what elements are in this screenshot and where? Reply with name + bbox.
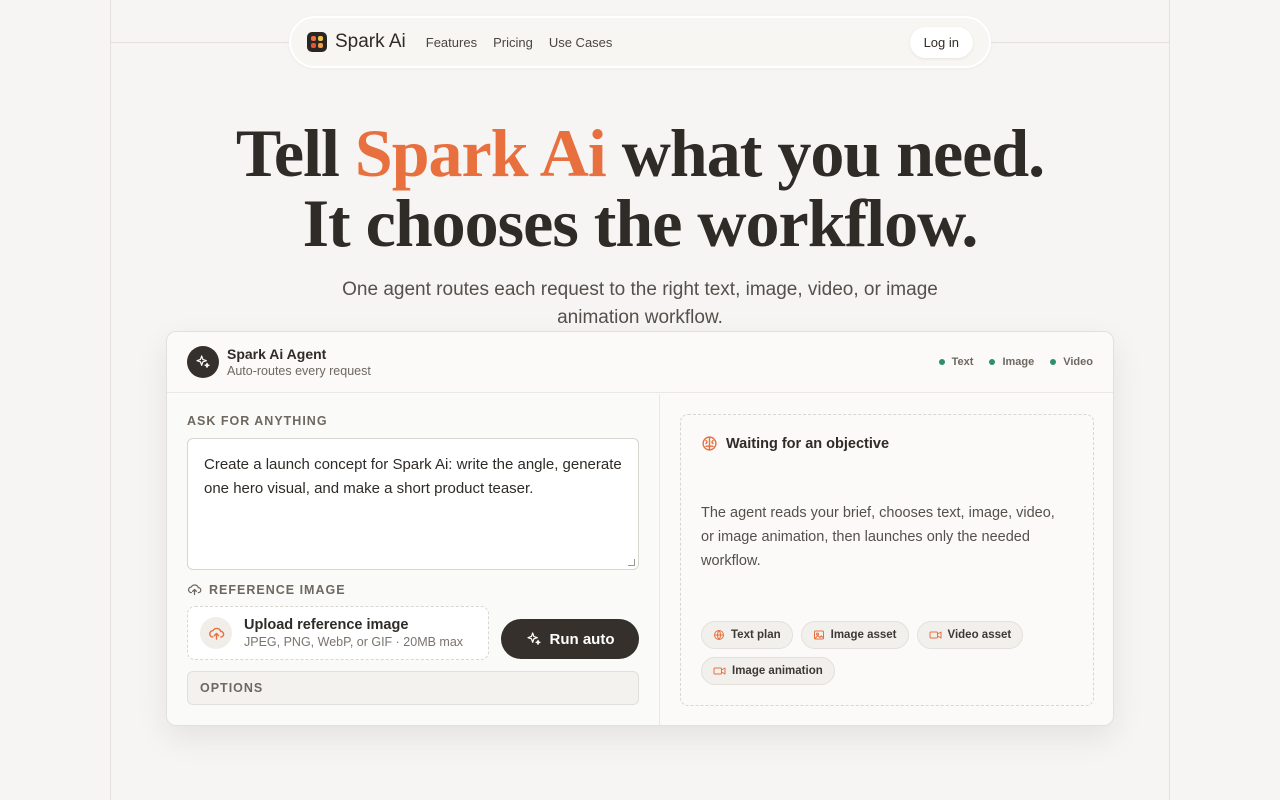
hero-subtitle: One agent routes each request to the rig…: [342, 279, 938, 328]
login-button[interactable]: Log in: [909, 26, 973, 58]
image-icon: [813, 630, 824, 640]
top-navigation: Spark Ai Features Pricing Use Cases Log …: [289, 16, 991, 68]
workflow-chips: Text plan Image asset Video asset Image …: [701, 621, 1081, 685]
ask-label: ASK FOR ANYTHING: [187, 414, 328, 428]
hero-title-part1: Tell: [235, 115, 355, 191]
chip-label: Text plan: [731, 629, 781, 641]
hero-title: Tell Spark Ai what you need. It chooses …: [0, 118, 1280, 258]
video-icon: [713, 667, 726, 675]
upload-cloud-icon: [200, 617, 232, 649]
nav-link-pricing[interactable]: Pricing: [493, 35, 533, 50]
waiting-title-text: Waiting for an objective: [726, 435, 890, 452]
waiting-title: Waiting for an objective: [701, 435, 1073, 452]
agent-card: Spark Ai Agent Auto-routes every request…: [166, 331, 1114, 726]
chip-label: Video asset: [947, 629, 1012, 641]
agent-name: Spark Ai Agent: [227, 346, 327, 362]
chip-label: Image asset: [830, 629, 897, 641]
prompt-textarea[interactable]: Create a launch concept for Spark Ai: wr…: [187, 438, 639, 570]
chip-label: Image animation: [732, 665, 823, 677]
status-label: Video: [1063, 356, 1093, 368]
brand-name[interactable]: Spark Ai: [335, 31, 406, 53]
output-panel: Waiting for an objective The agent reads…: [680, 414, 1094, 706]
chip-text-plan[interactable]: Text plan: [701, 621, 793, 649]
reference-label-text: REFERENCE IMAGE: [209, 582, 346, 597]
status-dot-icon: [938, 359, 945, 365]
hero-title-line2: It chooses the workflow.: [302, 185, 979, 261]
run-auto-button[interactable]: Run auto: [501, 619, 639, 659]
brain-icon: [702, 436, 717, 451]
options-label: OPTIONS: [200, 681, 264, 695]
hero-title-part2: what you need.: [605, 115, 1045, 191]
status-dot-icon: [989, 359, 996, 365]
prompt-value: Create a launch concept for Spark Ai: wr…: [204, 456, 622, 497]
globe-icon: [714, 630, 724, 641]
chip-video-asset[interactable]: Video asset: [916, 621, 1024, 649]
nav-link-features[interactable]: Features: [426, 35, 477, 50]
status-text: Text: [938, 356, 974, 368]
reference-image-label: REFERENCE IMAGE: [187, 582, 346, 597]
cloud-upload-icon: [188, 584, 202, 596]
chip-image-animation[interactable]: Image animation: [701, 657, 835, 685]
upload-dropzone[interactable]: Upload reference image JPEG, PNG, WebP, …: [187, 606, 489, 660]
agent-card-header: Spark Ai Agent Auto-routes every request…: [167, 332, 1113, 393]
agent-info: Spark Ai Agent Auto-routes every request: [227, 346, 371, 378]
waiting-description: The agent reads your brief, chooses text…: [701, 505, 1055, 569]
sparkle-icon: [526, 632, 541, 645]
upload-title: Upload reference image: [244, 617, 409, 633]
input-panel: ASK FOR ANYTHING Create a launch concept…: [167, 394, 660, 725]
upload-text: Upload reference image JPEG, PNG, WebP, …: [244, 617, 463, 649]
status-dot-icon: [1050, 359, 1057, 365]
hero-title-accent: Spark Ai: [354, 115, 607, 191]
nav-link-use-cases[interactable]: Use Cases: [549, 35, 613, 50]
options-toggle[interactable]: OPTIONS: [187, 671, 639, 705]
status-video: Video: [1050, 356, 1093, 368]
logo-icon[interactable]: [307, 32, 327, 52]
run-auto-label: Run auto: [549, 630, 615, 648]
status-label: Image: [1002, 356, 1035, 368]
upload-hint: JPEG, PNG, WebP, or GIF · 20MB max: [244, 635, 464, 649]
video-icon: [929, 631, 941, 639]
agent-description: Auto-routes every request: [227, 364, 371, 378]
resize-handle-icon[interactable]: [628, 559, 635, 566]
chip-image-asset[interactable]: Image asset: [800, 621, 909, 649]
status-image: Image: [989, 356, 1034, 368]
sparkle-avatar-icon: [187, 346, 219, 378]
status-label: Text: [951, 356, 974, 368]
status-list: Text Image Video: [938, 356, 1093, 368]
